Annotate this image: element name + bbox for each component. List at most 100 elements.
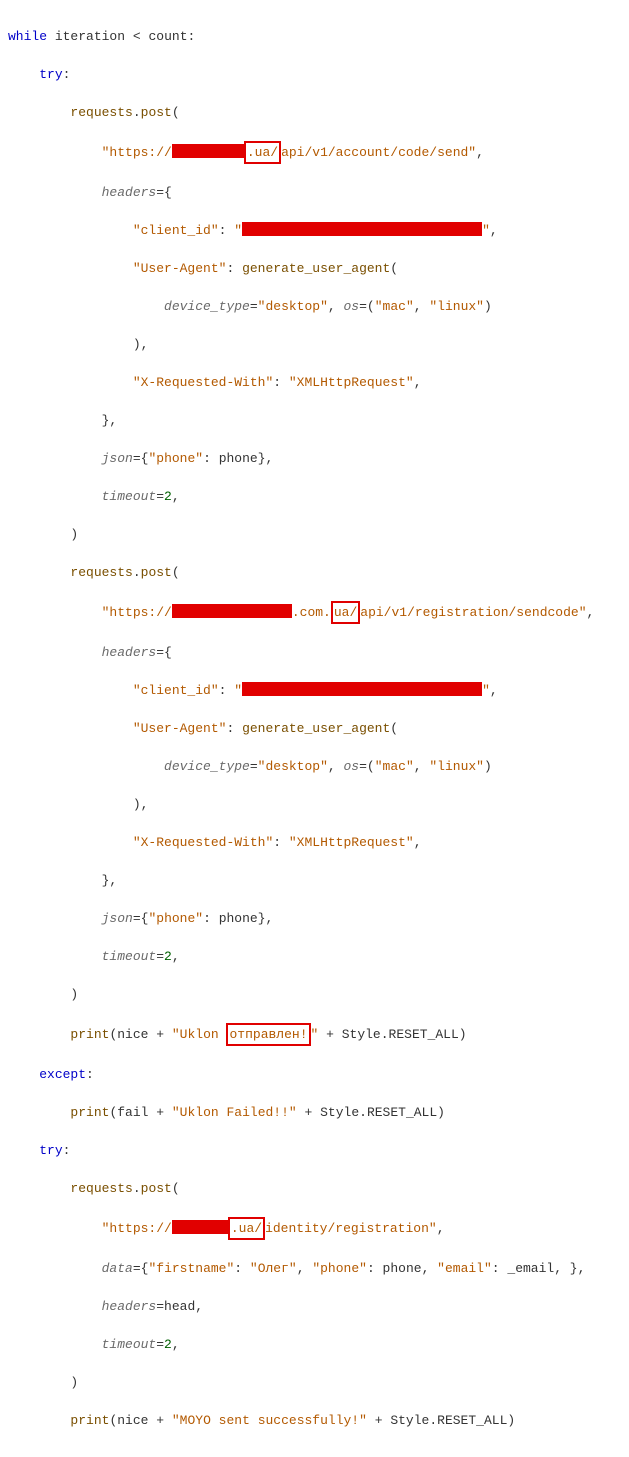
fn-requests: requests bbox=[70, 105, 132, 120]
dot: . bbox=[133, 565, 141, 580]
string-ua: .ua/ bbox=[231, 1221, 262, 1236]
num-2: 2 bbox=[164, 949, 172, 964]
string-key: "client_id" bbox=[133, 223, 219, 238]
keyword-while: while bbox=[8, 29, 47, 44]
comma: , bbox=[195, 1299, 203, 1314]
param-headers: headers bbox=[102, 185, 157, 200]
fn-requests: requests bbox=[70, 565, 132, 580]
string-ua: ua/ bbox=[334, 605, 357, 620]
code-line: "User-Agent": generate_user_agent( bbox=[8, 259, 629, 278]
paren-open: ( bbox=[109, 1105, 117, 1120]
colon: : bbox=[367, 1261, 383, 1276]
code-line: ) bbox=[8, 1373, 629, 1392]
eq: = bbox=[133, 451, 141, 466]
eq: = bbox=[250, 299, 258, 314]
code-line: }, bbox=[8, 411, 629, 430]
comma: , bbox=[587, 605, 595, 620]
var-head: head bbox=[164, 1299, 195, 1314]
code-line: "X-Requested-With": "XMLHttpRequest", bbox=[8, 373, 629, 392]
var-email: _email bbox=[507, 1261, 554, 1276]
paren-open: ( bbox=[367, 299, 375, 314]
string-uklon: "Uklon bbox=[172, 1027, 227, 1042]
paren-open: ( bbox=[172, 1181, 180, 1196]
code-line: headers={ bbox=[8, 643, 629, 662]
brace-close: }, bbox=[102, 873, 118, 888]
comma: , bbox=[490, 223, 498, 238]
code-line: device_type="desktop", os=("mac", "linux… bbox=[8, 757, 629, 776]
comma: , bbox=[490, 683, 498, 698]
var-nice: nice bbox=[117, 1027, 148, 1042]
paren-close: ) bbox=[484, 299, 492, 314]
string-key: "client_id" bbox=[133, 683, 219, 698]
string-email: "email" bbox=[437, 1261, 492, 1276]
brace-open: { bbox=[164, 645, 172, 660]
param-headers: headers bbox=[102, 645, 157, 660]
code-line: try: bbox=[8, 65, 629, 84]
plus: + bbox=[318, 1027, 341, 1042]
comma: , bbox=[476, 145, 484, 160]
fn-post: post bbox=[141, 565, 172, 580]
keyword-except: except bbox=[39, 1067, 86, 1082]
fn-post: post bbox=[141, 1181, 172, 1196]
code-line: data={"firstname": "Олег", "phone": phon… bbox=[8, 1259, 629, 1278]
comma: , bbox=[328, 299, 344, 314]
colon: : bbox=[203, 911, 219, 926]
code-line: print(nice + "MOYO sent successfully!" +… bbox=[8, 1411, 629, 1430]
eq: = bbox=[156, 489, 164, 504]
code-line: json={"phone": phone}, bbox=[8, 909, 629, 928]
var-phone: phone bbox=[219, 911, 258, 926]
code-line: ) bbox=[8, 525, 629, 544]
var-style: Style bbox=[390, 1413, 429, 1428]
eq: = bbox=[156, 185, 164, 200]
code-line: ), bbox=[8, 335, 629, 354]
fn-print: print bbox=[70, 1027, 109, 1042]
var-iteration: iteration bbox=[55, 29, 125, 44]
colon: : bbox=[203, 451, 219, 466]
var-nice: nice bbox=[117, 1413, 148, 1428]
comma: , bbox=[437, 1221, 445, 1236]
var-reset: RESET_ALL bbox=[389, 1027, 459, 1042]
brace-close: }, bbox=[258, 451, 274, 466]
redacted-block bbox=[172, 604, 292, 618]
fn-generate: generate_user_agent bbox=[242, 261, 390, 276]
string-phone: "phone" bbox=[148, 451, 203, 466]
string-ua: .ua/ bbox=[247, 145, 278, 160]
redacted-block bbox=[242, 222, 482, 236]
string-url-tail: identity/registration" bbox=[265, 1221, 437, 1236]
plus: + bbox=[148, 1105, 171, 1120]
colon: : bbox=[226, 261, 242, 276]
code-line: "https://.com.ua/api/v1/registration/sen… bbox=[8, 601, 629, 624]
eq: = bbox=[156, 949, 164, 964]
eq: = bbox=[359, 299, 367, 314]
param-json: json bbox=[102, 451, 133, 466]
fn-generate: generate_user_agent bbox=[242, 721, 390, 736]
colon: : bbox=[273, 375, 289, 390]
paren-close: ), bbox=[133, 797, 149, 812]
quote: " bbox=[234, 683, 242, 698]
var-style: Style bbox=[342, 1027, 381, 1042]
quote: " bbox=[234, 223, 242, 238]
eq: = bbox=[250, 759, 258, 774]
eq: = bbox=[156, 1337, 164, 1352]
highlight-box-sent: отправлен! bbox=[226, 1023, 310, 1046]
code-line: while iteration < count: bbox=[8, 27, 629, 46]
brace-open: { bbox=[164, 185, 172, 200]
code-line: headers={ bbox=[8, 183, 629, 202]
code-line: print(nice + "Uklon отправлен!" + Style.… bbox=[8, 1023, 629, 1046]
code-line: timeout=2, bbox=[8, 1335, 629, 1354]
code-line: timeout=2, bbox=[8, 947, 629, 966]
string-failed: "Uklon Failed!!" bbox=[172, 1105, 297, 1120]
redacted-block bbox=[172, 144, 244, 158]
num-2: 2 bbox=[164, 489, 172, 504]
string-mac: "mac" bbox=[375, 299, 414, 314]
highlight-box-ua: .ua/ bbox=[244, 141, 281, 164]
plus: + bbox=[367, 1413, 390, 1428]
paren-close: ) bbox=[70, 1375, 78, 1390]
op-lt: < bbox=[133, 29, 141, 44]
num-2: 2 bbox=[164, 1337, 172, 1352]
code-line: "X-Requested-With": "XMLHttpRequest", bbox=[8, 833, 629, 852]
code-line: timeout=2, bbox=[8, 487, 629, 506]
string-key: "X-Requested-With" bbox=[133, 375, 273, 390]
keyword-try: try bbox=[39, 67, 62, 82]
redacted-block bbox=[172, 1220, 228, 1234]
